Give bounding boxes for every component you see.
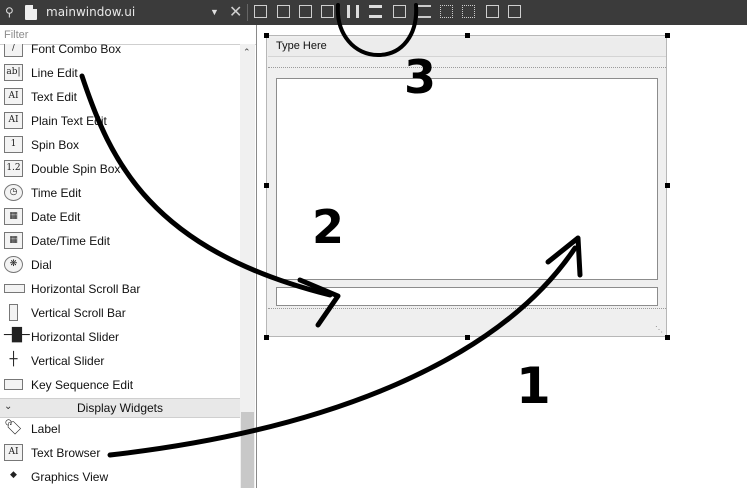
annotation-number-1: 1 <box>516 357 551 415</box>
annotation-number-2: 2 <box>312 200 344 254</box>
annotation-arrowhead-1 <box>545 235 583 278</box>
annotation-number-3: 3 <box>404 50 436 104</box>
annotation-arrow-2 <box>79 73 333 298</box>
annotation-arrow-1 <box>107 245 578 458</box>
annotation-overlay: 3 2 1 <box>79 3 583 458</box>
annotation-circle <box>335 3 419 57</box>
